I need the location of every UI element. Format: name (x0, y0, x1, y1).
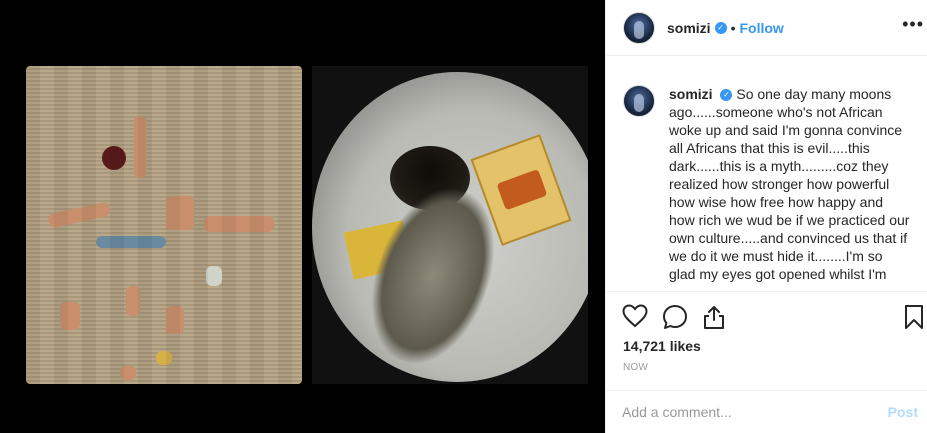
header-separator: • (730, 19, 736, 36)
bookmark-icon[interactable] (904, 304, 924, 335)
comment-bar: Post (606, 390, 927, 433)
verified-badge-icon: ✓ (714, 21, 727, 34)
action-bar (606, 291, 927, 337)
caption-username[interactable]: somizi (669, 86, 713, 102)
verified-badge-icon: ✓ (720, 89, 733, 102)
photo-bowl-with-herbs (312, 66, 588, 384)
post-media[interactable] (0, 0, 605, 433)
header-username[interactable]: somizi (667, 20, 711, 36)
caption-text: somizi ✓ So one day many moons ago......… (669, 85, 912, 290)
comment-input[interactable] (622, 404, 888, 420)
follow-button[interactable]: Follow (739, 20, 783, 36)
post-side-panel: somizi ✓ • Follow ••• somizi ✓ So one da… (605, 0, 927, 433)
caption-avatar[interactable] (623, 85, 655, 117)
more-options-icon[interactable]: ••• (902, 14, 924, 35)
post-comment-button[interactable]: Post (888, 404, 918, 420)
photo-bones-on-mat (26, 66, 302, 384)
likes-count[interactable]: 14,721 likes (623, 338, 701, 354)
share-icon[interactable] (702, 304, 726, 335)
caption-body: So one day many moons ago......someone w… (669, 86, 910, 282)
comment-icon[interactable] (662, 304, 688, 335)
post-timestamp[interactable]: NOW (623, 362, 648, 373)
avatar[interactable] (623, 11, 655, 44)
comments-scroll-area[interactable]: somizi ✓ So one day many moons ago......… (606, 57, 927, 290)
post-header: somizi ✓ • Follow ••• (606, 0, 927, 56)
heart-icon[interactable] (622, 304, 648, 333)
